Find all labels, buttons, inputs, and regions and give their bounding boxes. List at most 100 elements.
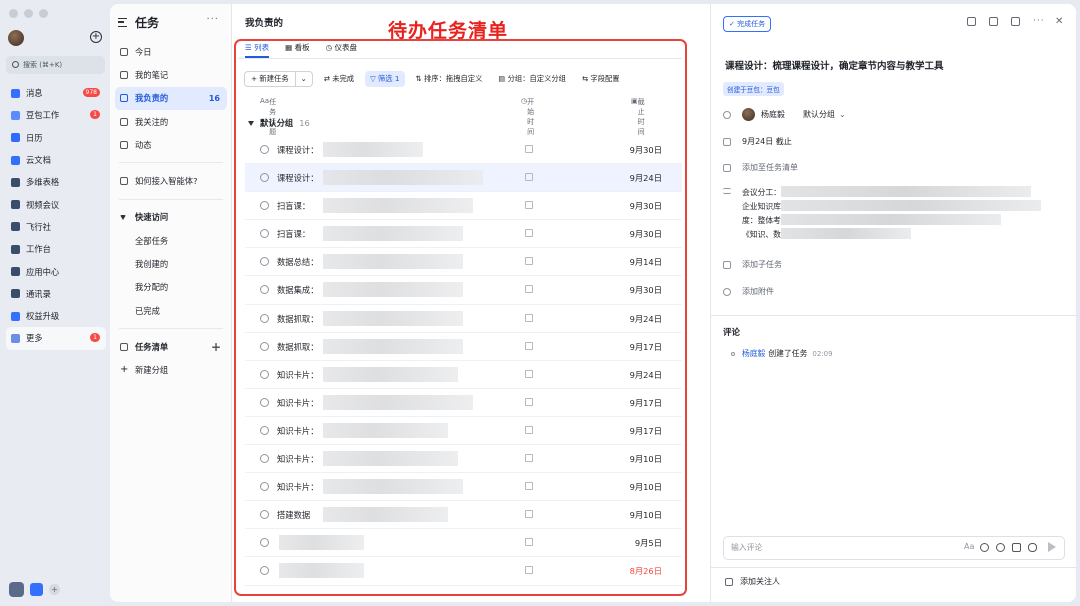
zoom-window-button[interactable] (39, 9, 48, 18)
task-row[interactable]: 搭建数据 9月10日 (245, 501, 682, 530)
calendar-icon[interactable] (525, 173, 533, 182)
task-checkbox[interactable] (260, 201, 269, 211)
nav-item[interactable]: 动态 (115, 133, 227, 156)
task-checkbox[interactable] (260, 510, 269, 520)
nav-item[interactable]: 我负责的 16 (115, 86, 227, 110)
add-attachment-row[interactable]: 添加附件 (723, 286, 774, 297)
task-checkbox[interactable] (260, 257, 269, 267)
chevron-down-icon[interactable]: ⌄ (294, 72, 312, 86)
new-group-button[interactable]: + 新建分组 (115, 359, 227, 382)
copy-icon[interactable] (1011, 17, 1020, 26)
task-row[interactable]: 课程设计： 9月24日 (245, 164, 682, 193)
task-checkbox[interactable] (260, 145, 269, 154)
task-checkbox[interactable] (260, 173, 269, 183)
task-checkbox[interactable] (260, 285, 269, 295)
task-row[interactable]: 知识卡片： 9月10日 (245, 473, 682, 502)
agent-link[interactable]: 如何接入智能体? (115, 169, 227, 192)
comment-author[interactable]: 杨庭毅 (742, 348, 765, 359)
rail-item[interactable]: 飞行社 (6, 216, 106, 238)
calendar-icon[interactable] (525, 229, 533, 238)
nav-item[interactable]: 我的笔记 (115, 63, 227, 86)
rail-item[interactable]: 通讯录 (6, 283, 106, 305)
quick-access-header[interactable]: 快速访问 (115, 206, 227, 229)
add-list-icon[interactable]: + (211, 340, 221, 354)
task-row[interactable]: 数据总结： 9月14日 (245, 248, 682, 277)
task-row[interactable]: 知识卡片： 9月17日 (245, 417, 682, 446)
task-checkbox[interactable] (260, 397, 269, 407)
calendar-icon[interactable] (525, 425, 533, 434)
rail-item[interactable]: 应用中心 (6, 260, 106, 282)
share-icon[interactable] (989, 17, 998, 26)
collapse-menu-icon[interactable] (118, 18, 127, 27)
group-by-button[interactable]: ▤ 分组：自定义分组 (493, 71, 571, 87)
assignee-row[interactable]: 杨庭毅 默认分组 ⌄ (723, 108, 846, 121)
add-org-icon[interactable]: + (49, 584, 60, 595)
rail-item[interactable]: 消息 978 (6, 82, 106, 104)
close-icon[interactable]: ✕ (1055, 17, 1064, 27)
complete-task-button[interactable]: ✓ 完成任务 (723, 16, 772, 32)
calendar-icon[interactable] (525, 257, 533, 266)
task-lists-header[interactable]: 任务清单 + (115, 335, 227, 358)
group-header[interactable]: 默认分组 16 (248, 117, 310, 129)
task-row[interactable]: 知识卡片： 9月17日 (245, 389, 682, 417)
task-title[interactable]: 课程设计：梳理课程设计，确定章节内容与教学工具 (725, 58, 944, 72)
nav-item[interactable]: 我关注的 (115, 110, 227, 133)
calendar-icon[interactable] (525, 369, 533, 378)
task-checkbox[interactable] (260, 313, 269, 323)
calendar-icon[interactable] (525, 313, 533, 322)
mention-icon[interactable] (996, 542, 1005, 552)
add-subtask-row[interactable]: 添加子任务 (723, 259, 782, 270)
task-row[interactable]: 知识卡片： 9月10日 (245, 445, 682, 474)
source-tag[interactable]: 创建于豆包：豆包 (723, 82, 784, 96)
task-row[interactable]: 知识卡片： 9月24日 (245, 361, 682, 389)
rail-item[interactable]: 工作台 (6, 238, 106, 260)
tab-list[interactable]: ☰ 列表 (245, 42, 270, 58)
calendar-icon[interactable] (525, 285, 533, 294)
paperclip-icon[interactable] (1028, 542, 1037, 552)
task-checkbox[interactable] (260, 341, 269, 351)
emoji-icon[interactable] (980, 542, 989, 552)
rail-item[interactable]: 更多 1 (6, 327, 106, 350)
task-checkbox[interactable] (260, 482, 269, 492)
task-checkbox[interactable] (260, 229, 269, 239)
create-plus-icon[interactable]: + (90, 31, 102, 43)
column-title[interactable]: Aa 任务标题 (260, 97, 276, 136)
close-window-button[interactable] (9, 9, 18, 18)
calendar-icon[interactable] (525, 454, 533, 463)
minimize-window-button[interactable] (24, 9, 33, 18)
calendar-icon[interactable] (525, 566, 533, 575)
more-icon[interactable]: ··· (1033, 17, 1044, 26)
task-row[interactable]: 数据抓取： 9月24日 (245, 305, 682, 333)
task-checkbox[interactable] (260, 425, 269, 435)
workspace-icon[interactable] (9, 582, 24, 597)
rail-item[interactable]: 权益升级 (6, 305, 106, 327)
task-checkbox[interactable] (260, 454, 269, 464)
rail-item[interactable]: 多维表格 (6, 171, 106, 193)
column-due[interactable]: ▣ 截止时间 (631, 97, 645, 136)
rail-item[interactable]: 日历 (6, 127, 106, 149)
more-options-icon[interactable]: ··· (206, 14, 219, 25)
send-icon[interactable] (1048, 542, 1056, 552)
add-to-list-row[interactable]: 添加至任务清单 (723, 162, 798, 173)
tab-dashboard[interactable]: ◷ 仪表盘 (326, 42, 357, 57)
quick-access-item[interactable]: 我创建的 (115, 252, 227, 275)
unfinished-filter-button[interactable]: ⇄ 未完成 (319, 71, 359, 87)
nav-item[interactable]: 今日 (115, 40, 227, 63)
task-description[interactable]: 会议分工： 企业知识库 度：整体考 《知识、数 (742, 186, 1052, 242)
pin-icon[interactable] (967, 17, 976, 26)
org-icon[interactable] (30, 583, 43, 596)
task-row[interactable]: 数据集成： 9月30日 (245, 276, 682, 305)
calendar-icon[interactable] (525, 397, 533, 406)
rail-item[interactable]: 云文档 (6, 149, 106, 171)
user-avatar[interactable] (8, 30, 24, 46)
task-row[interactable]: 课程设计： 9月30日 (245, 136, 682, 165)
calendar-icon[interactable] (525, 538, 533, 547)
quick-access-item[interactable]: 全部任务 (115, 229, 227, 252)
task-checkbox[interactable] (260, 538, 269, 548)
rail-item[interactable]: 豆包工作 1 (6, 104, 106, 126)
calendar-icon[interactable] (525, 482, 533, 491)
column-start[interactable]: ◷ 开始时间 (521, 97, 534, 136)
new-task-button[interactable]: + 新建任务 ⌄ (244, 71, 313, 87)
comment-input[interactable]: 输入评论 Aa (723, 536, 1065, 560)
task-checkbox[interactable] (260, 566, 269, 576)
